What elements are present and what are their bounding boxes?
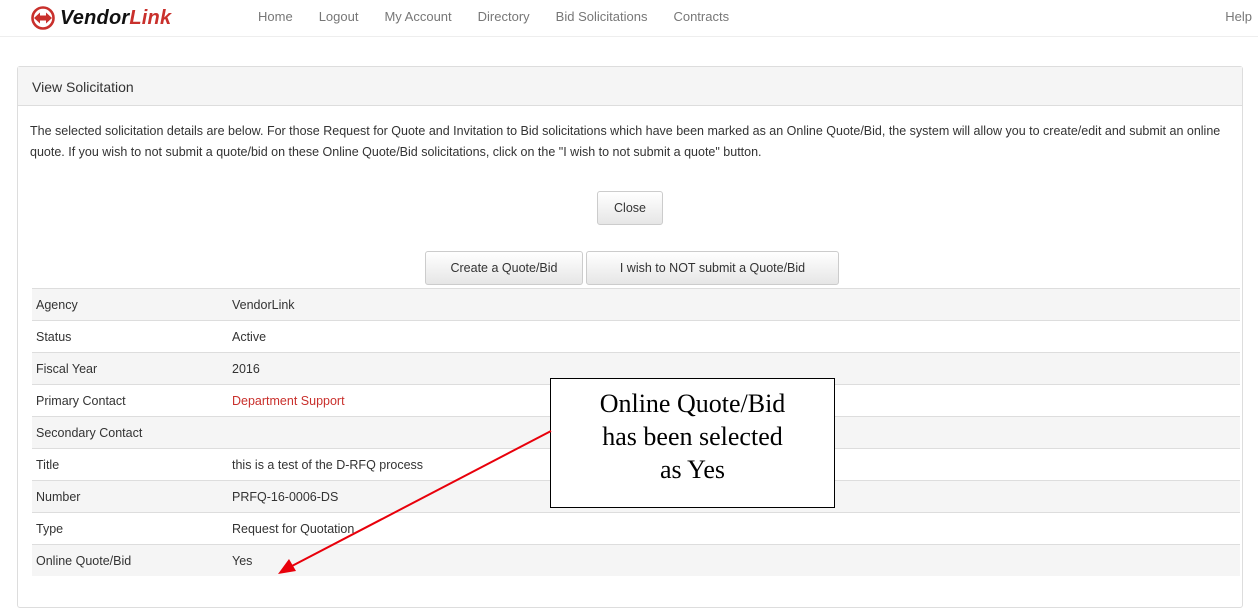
detail-value: VendorLink bbox=[232, 297, 295, 312]
detail-label: Agency bbox=[36, 297, 78, 312]
detail-label: Online Quote/Bid bbox=[36, 553, 132, 568]
nav-home[interactable]: Home bbox=[258, 9, 293, 24]
detail-label: Fiscal Year bbox=[36, 361, 98, 376]
detail-label: Number bbox=[36, 489, 81, 504]
logo-icon bbox=[31, 6, 55, 30]
not-submit-quote-button[interactable]: I wish to NOT submit a Quote/Bid bbox=[586, 251, 839, 285]
primary-contact-link[interactable]: Department Support bbox=[232, 394, 345, 408]
detail-label: Status bbox=[36, 329, 72, 344]
detail-label: Type bbox=[36, 521, 64, 536]
close-button[interactable]: Close bbox=[597, 191, 663, 225]
view-solicitation-panel: View Solicitation The selected solicitat… bbox=[17, 66, 1243, 608]
detail-label: Secondary Contact bbox=[36, 425, 143, 440]
detail-value: Yes bbox=[232, 553, 253, 568]
nav-directory[interactable]: Directory bbox=[478, 9, 530, 24]
detail-label: Title bbox=[36, 457, 60, 472]
nav-my-account[interactable]: My Account bbox=[384, 9, 451, 24]
detail-row-online-quote: Online Quote/Bid Yes bbox=[32, 544, 1240, 576]
detail-value: PRFQ-16-0006-DS bbox=[232, 489, 339, 504]
panel-title: View Solicitation bbox=[18, 67, 1242, 106]
detail-row-type: Type Request for Quotation bbox=[32, 512, 1240, 544]
detail-row-agency: Agency VendorLink bbox=[32, 288, 1240, 320]
detail-value: Request for Quotation bbox=[232, 521, 355, 536]
nav-help[interactable]: Help bbox=[1225, 9, 1252, 24]
top-navbar: VendorLink Home Logout My Account Direct… bbox=[0, 0, 1258, 37]
annotation-callout: Online Quote/Bid has been selected as Ye… bbox=[550, 378, 835, 508]
nav-links: Home Logout My Account Directory Bid Sol… bbox=[258, 9, 755, 24]
detail-value: 2016 bbox=[232, 361, 260, 376]
logo-text: VendorLink bbox=[60, 6, 172, 29]
detail-value: Active bbox=[232, 329, 267, 344]
detail-label: Primary Contact bbox=[36, 393, 126, 408]
nav-bid-solicitations[interactable]: Bid Solicitations bbox=[556, 9, 648, 24]
intro-text: The selected solicitation details are be… bbox=[30, 124, 1221, 159]
nav-logout[interactable]: Logout bbox=[319, 9, 359, 24]
callout-line: as Yes bbox=[659, 455, 726, 484]
nav-contracts[interactable]: Contracts bbox=[673, 9, 729, 24]
detail-value: this is a test of the D-RFQ process bbox=[232, 457, 424, 472]
create-quote-button[interactable]: Create a Quote/Bid bbox=[425, 251, 583, 285]
callout-line: Online Quote/Bid bbox=[599, 389, 786, 418]
detail-row-status: Status Active bbox=[32, 320, 1240, 352]
callout-line: has been selected bbox=[602, 422, 783, 451]
vendorlink-logo[interactable]: VendorLink bbox=[30, 6, 171, 30]
